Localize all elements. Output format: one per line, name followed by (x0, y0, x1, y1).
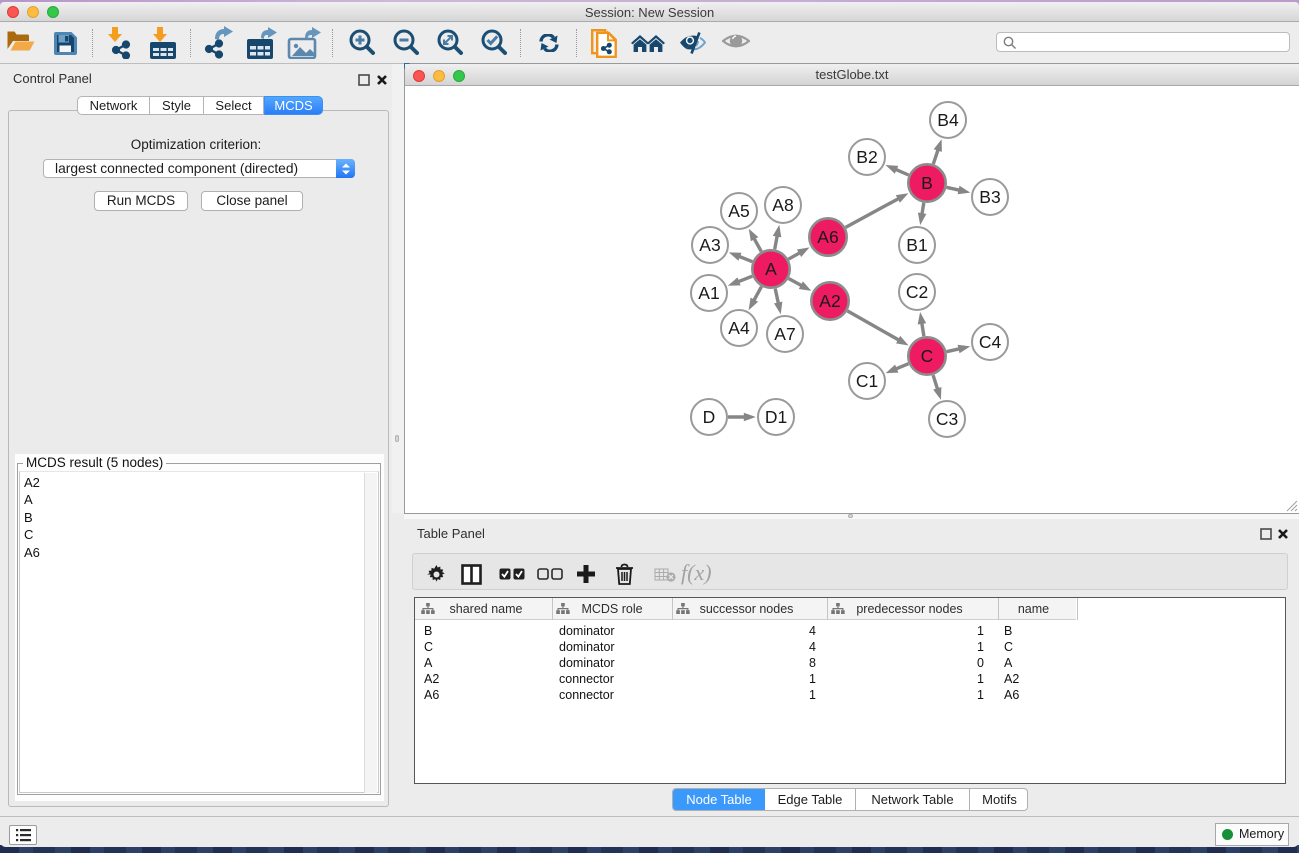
svg-text:A6: A6 (817, 227, 838, 247)
svg-text:D1: D1 (765, 407, 787, 427)
svg-text:A3: A3 (699, 235, 720, 255)
svg-text:C: C (921, 346, 934, 366)
svg-text:A: A (765, 259, 777, 279)
svg-text:A8: A8 (772, 195, 793, 215)
svg-text:C2: C2 (906, 282, 928, 302)
svg-text:A4: A4 (728, 318, 750, 338)
svg-text:C1: C1 (856, 371, 878, 391)
svg-text:A1: A1 (698, 283, 719, 303)
svg-text:A7: A7 (774, 324, 795, 344)
svg-text:B: B (921, 173, 933, 193)
svg-text:B1: B1 (906, 235, 927, 255)
svg-text:A5: A5 (728, 201, 749, 221)
svg-text:B2: B2 (856, 147, 877, 167)
svg-text:C4: C4 (979, 332, 1002, 352)
svg-text:B4: B4 (937, 110, 959, 130)
svg-text:A2: A2 (819, 291, 840, 311)
svg-text:B3: B3 (979, 187, 1000, 207)
svg-text:D: D (703, 407, 716, 427)
svg-text:C3: C3 (936, 409, 958, 429)
